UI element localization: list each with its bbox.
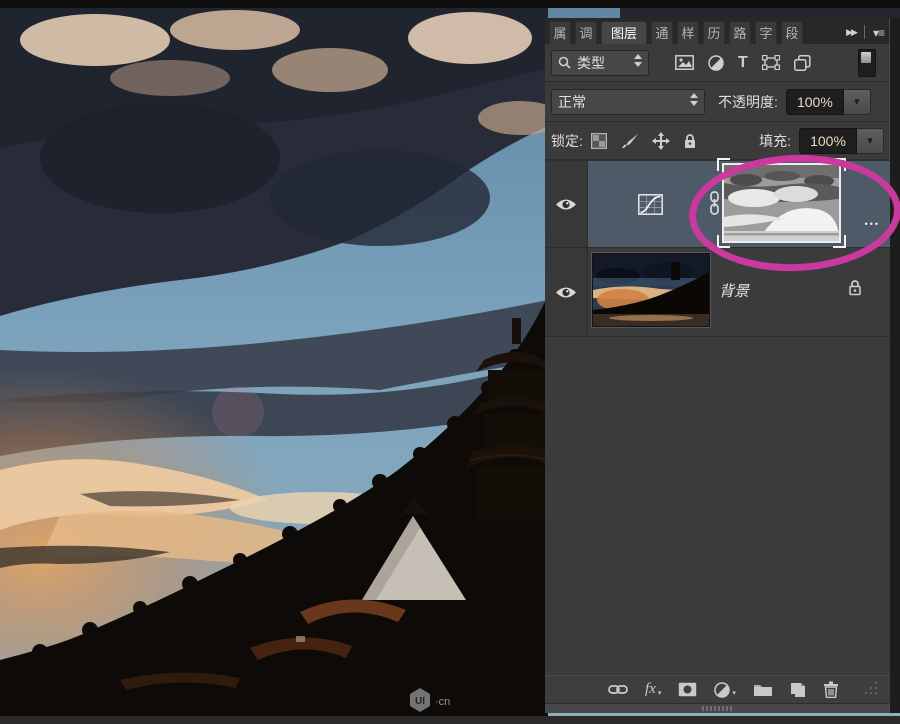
tab-styles[interactable]: 样 bbox=[677, 21, 699, 44]
filter-pixel-layers-button[interactable] bbox=[675, 55, 694, 70]
new-layer-button[interactable] bbox=[790, 682, 806, 698]
filter-shape-layers-button[interactable] bbox=[761, 55, 780, 70]
opacity-dropdown-button[interactable]: ▾ bbox=[843, 88, 871, 115]
lock-fill-row: 锁定: 填充: 100% ▾ bbox=[545, 122, 890, 160]
visibility-cell[interactable] bbox=[545, 248, 588, 336]
link-layers-button[interactable] bbox=[608, 684, 628, 695]
opacity-label: 不透明度: bbox=[718, 93, 778, 110]
eye-icon bbox=[556, 199, 576, 209]
visibility-cell[interactable] bbox=[545, 161, 588, 247]
panel-drag-strip[interactable] bbox=[545, 703, 890, 713]
layers-footer-toolbar: fx ▾ ▾ bbox=[545, 675, 890, 703]
delete-layer-button[interactable] bbox=[823, 681, 839, 698]
tab-paragraph[interactable]: 段 bbox=[781, 21, 803, 44]
updown-arrows-icon bbox=[634, 53, 642, 72]
fill-label: 填充: bbox=[759, 132, 791, 149]
filter-toggle-switch[interactable] bbox=[858, 48, 876, 77]
svg-text:·cn: ·cn bbox=[435, 696, 450, 708]
layer-filter-row: 类型 T bbox=[545, 44, 890, 82]
drag-handle-icon bbox=[701, 706, 734, 711]
tab-history[interactable]: 历 bbox=[703, 21, 725, 44]
tab-channels[interactable]: 通 bbox=[651, 21, 673, 44]
background-lock-badge[interactable] bbox=[848, 279, 862, 301]
updown-arrows-icon bbox=[690, 92, 698, 111]
panel-tab-bar: 属 调 图层 通 样 历 路 字 段 ▶▶ ▾≡ bbox=[545, 18, 890, 44]
lock-label: 锁定: bbox=[551, 132, 583, 149]
curves-adjustment-thumbnail[interactable] bbox=[638, 194, 663, 220]
filter-type-layers-button[interactable]: T bbox=[738, 54, 748, 71]
search-icon bbox=[558, 56, 571, 69]
filter-kind-select[interactable]: 类型 bbox=[551, 49, 649, 76]
tab-layers[interactable]: 图层 bbox=[601, 21, 647, 44]
tab-overflow-icon[interactable]: ▶▶ bbox=[846, 27, 860, 44]
blend-mode-select[interactable]: 正常 bbox=[551, 88, 705, 115]
lock-pixels-brush-button[interactable] bbox=[620, 133, 639, 149]
dropdown-arrow-icon: ▾ bbox=[732, 689, 736, 697]
blend-opacity-row: 正常 不透明度: 100% ▾ bbox=[545, 82, 890, 122]
new-group-button[interactable] bbox=[753, 682, 773, 697]
mask-selection-corner bbox=[833, 235, 846, 248]
layer-content-area[interactable]: ••• bbox=[588, 158, 890, 248]
layer-row-background[interactable]: 背景 bbox=[545, 248, 890, 337]
filter-smart-objects-button[interactable] bbox=[793, 54, 811, 71]
layer-style-button[interactable]: fx ▾ bbox=[645, 681, 661, 698]
filter-kind-label: 类型 bbox=[577, 54, 605, 71]
trailing-dots: ••• bbox=[864, 219, 880, 229]
lock-position-button[interactable] bbox=[651, 131, 670, 150]
new-adjustment-layer-button[interactable]: ▾ bbox=[714, 681, 736, 698]
mask-link-icon[interactable] bbox=[709, 191, 720, 220]
dropdown-arrow-icon: ▾ bbox=[657, 690, 662, 697]
fill-value-field[interactable]: 100% bbox=[799, 127, 857, 154]
filter-adjustment-layers-button[interactable] bbox=[708, 54, 724, 71]
mask-selection-corner bbox=[833, 158, 846, 171]
layer-mask-thumbnail[interactable] bbox=[717, 158, 846, 248]
layers-panel: 属 调 图层 通 样 历 路 字 段 ▶▶ ▾≡ 类型 T 正常 不透明度: 1… bbox=[545, 18, 900, 713]
fx-icon: fx bbox=[645, 681, 656, 697]
tab-character[interactable]: 字 bbox=[755, 21, 777, 44]
panel-resize-grip[interactable] bbox=[864, 681, 878, 700]
add-layer-mask-button[interactable] bbox=[678, 682, 697, 697]
panel-dock-edge bbox=[889, 18, 900, 713]
layer-list: ••• 背景 bbox=[545, 158, 890, 675]
bottom-strip bbox=[0, 716, 900, 724]
layer-content-area[interactable]: 背景 bbox=[588, 248, 890, 336]
screenshot-root: UI ·cn 属 调 图层 通 样 历 路 字 段 ▶▶ ▾≡ 类型 T 正常 … bbox=[0, 0, 900, 724]
mask-selection-corner bbox=[717, 235, 730, 248]
panel-menu-icon[interactable]: ▾≡ bbox=[869, 26, 888, 44]
layer-name-background[interactable]: 背景 bbox=[719, 280, 749, 301]
svg-text:UI: UI bbox=[415, 696, 425, 707]
lock-all-button[interactable] bbox=[683, 133, 697, 149]
tab-paths[interactable]: 路 bbox=[729, 21, 751, 44]
eye-icon bbox=[556, 287, 576, 297]
lock-transparency-button[interactable] bbox=[590, 132, 607, 149]
tab-properties[interactable]: 属 bbox=[549, 21, 571, 44]
fill-dropdown-button[interactable]: ▾ bbox=[857, 127, 884, 154]
blend-mode-value: 正常 bbox=[558, 93, 586, 110]
toggle-knob bbox=[861, 51, 871, 63]
background-layer-thumbnail[interactable] bbox=[591, 252, 711, 328]
top-black-strip bbox=[0, 0, 900, 8]
tab-adjustments[interactable]: 调 bbox=[575, 21, 597, 44]
layer-row-curves-adjustment[interactable]: ••• bbox=[545, 158, 890, 248]
tab-bar-divider bbox=[863, 25, 865, 39]
opacity-value-field[interactable]: 100% bbox=[785, 88, 844, 115]
mask-selection-corner bbox=[717, 158, 730, 171]
